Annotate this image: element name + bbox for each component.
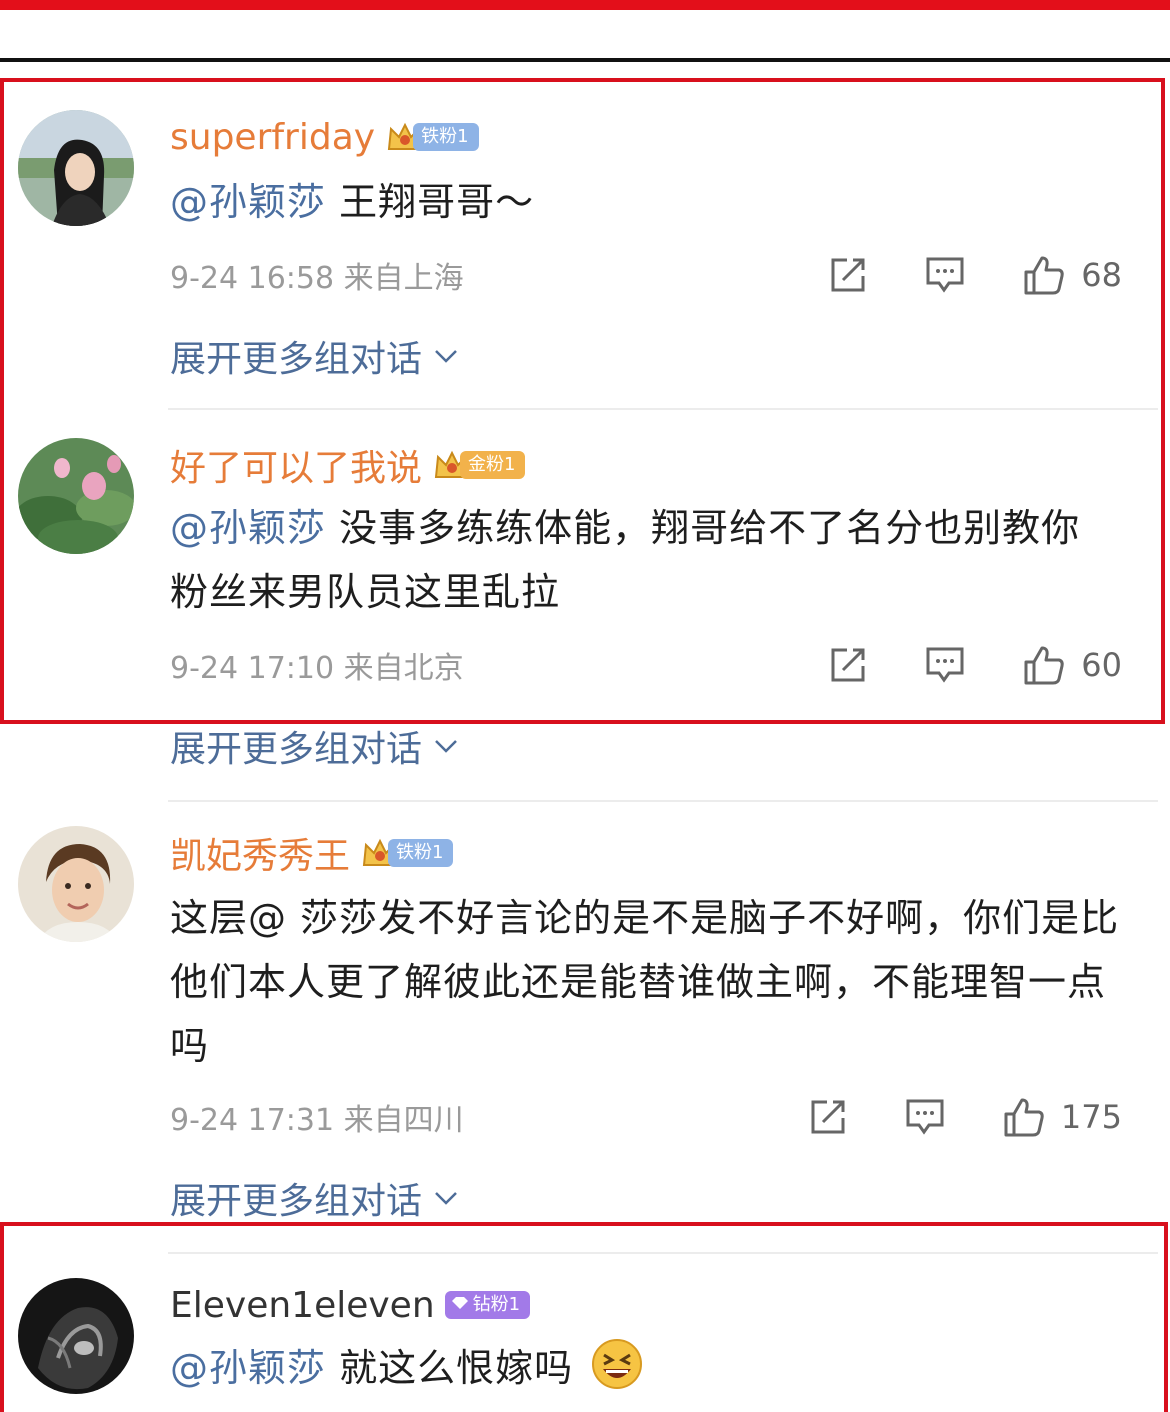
timestamp-location: 9-24 17:10 来自北京 [170,651,464,686]
reply-icon [906,1099,944,1135]
share-button[interactable] [829,256,867,294]
name-row: 凯妃秀秀王 铁粉1 [170,827,454,879]
comment-divider [168,800,1158,802]
chevron-down-icon [435,350,457,363]
fan-badge[interactable]: 铁粉1 [360,837,454,869]
like-count: 68 [1081,256,1122,294]
fan-badge-label: 钻粉1 [472,1294,521,1315]
username[interactable]: 好了可以了我说 [170,439,422,491]
comment-text: 这层@ 莎莎发不好言论的是不是脑子不好啊，你们是比他们本人更了解彼此还是能替谁做… [170,886,1122,1078]
like-button[interactable]: 60 [1023,644,1122,686]
name-row: superfriday 铁粉1 [170,112,479,162]
comment-actions: 60 [829,644,1122,686]
comment-actions: 68 [829,254,1122,296]
comment-actions: 175 [809,1096,1122,1138]
reply-button[interactable] [925,256,965,294]
like-icon [1024,256,1064,295]
reply-icon [926,647,964,683]
meta-row: 9-24 17:10 来自北京 60 [170,640,1122,690]
fan-badge[interactable]: 钻粉1 [444,1289,531,1321]
share-icon [831,258,865,292]
mention-link[interactable]: @孙颖莎 [170,180,326,224]
like-count: 175 [1060,1098,1122,1136]
timestamp-location: 9-24 16:58 来自上海 [170,261,464,296]
username[interactable]: 凯妃秀秀王 [170,827,350,879]
fan-badge-pill: 钻粉1 [444,1291,531,1319]
reply-button[interactable] [925,646,965,684]
mention-link[interactable]: @孙颖莎 [170,1346,326,1390]
share-icon [811,1100,845,1134]
avatar[interactable] [18,438,134,554]
comment-body: 王翔哥哥～ [326,180,535,224]
chevron-down-icon [435,740,457,753]
comment-body: 这层@ 莎莎发不好言论的是不是脑子不好啊，你们是比他们本人更了解彼此还是能替谁做… [170,896,1120,1068]
top-divider [0,58,1170,62]
comment-text: @孙颖莎 就这么恨嫁吗 [170,1336,1140,1400]
expand-conversation-link[interactable]: 展开更多组对话 [170,1172,458,1224]
name-row: Eleven1eleven 钻粉1 [170,1280,531,1330]
expand-label: 展开更多组对话 [170,729,423,770]
avatar[interactable] [18,110,134,226]
reply-button[interactable] [905,1098,945,1136]
username[interactable]: Eleven1eleven [170,1285,435,1326]
avatar[interactable] [18,1278,134,1394]
comment-text: @孙颖莎 王翔哥哥～ [170,170,1140,234]
expand-conversation-link[interactable]: 展开更多组对话 [170,720,458,772]
comment-divider [168,1252,1158,1254]
grinning-squint-emoji [592,1339,643,1389]
like-button[interactable]: 175 [1003,1096,1122,1138]
share-button[interactable] [809,1098,847,1136]
expand-label: 展开更多组对话 [170,1181,423,1222]
expand-label: 展开更多组对话 [170,339,423,380]
like-icon [1004,1098,1044,1137]
share-button[interactable] [829,646,867,684]
diamond-icon [451,1297,468,1309]
fan-badge[interactable]: 铁粉1 [385,121,479,153]
like-icon [1024,646,1064,685]
avatar[interactable] [18,826,134,942]
comment-text: @孙颖莎 没事多练练体能，翔哥给不了名分也别教你粉丝来男队员这里乱拉 [170,496,1090,624]
meta-row: 9-24 16:58 来自上海 68 [170,250,1122,300]
share-icon [831,648,865,682]
like-button[interactable]: 68 [1023,254,1122,296]
fan-badge-label: 铁粉1 [413,123,479,151]
fan-badge-label: 金粉1 [460,451,526,479]
username[interactable]: superfriday [170,117,375,158]
meta-row: 9-24 17:31 来自四川 175 [170,1092,1122,1142]
like-count: 60 [1081,646,1122,684]
mention-link[interactable]: @孙颖莎 [170,506,326,550]
comment-body: 就这么恨嫁吗 [326,1346,574,1390]
reply-icon [926,257,964,293]
top-red-bar [0,0,1170,10]
comment-divider [168,408,1158,410]
timestamp-location: 9-24 17:31 来自四川 [170,1103,464,1138]
fan-badge[interactable]: 金粉1 [432,449,526,481]
expand-conversation-link[interactable]: 展开更多组对话 [170,330,458,382]
fan-badge-label: 铁粉1 [388,839,454,867]
name-row: 好了可以了我说 金粉1 [170,439,526,491]
chevron-down-icon [435,1192,457,1205]
